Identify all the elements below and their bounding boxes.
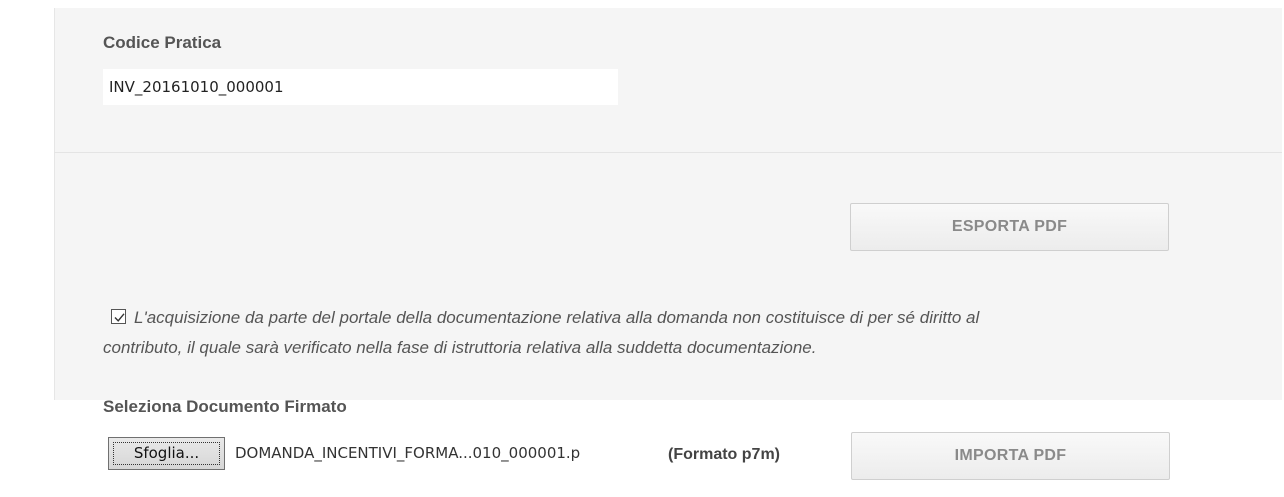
export-pdf-button[interactable]: ESPORTA PDF <box>850 203 1169 251</box>
consent-checkbox[interactable] <box>111 309 126 324</box>
format-note: (Formato p7m) <box>668 446 780 463</box>
consent-line-2: contributo, il quale sarà verificato nel… <box>103 338 817 357</box>
file-name-field[interactable]: DOMANDA_INCENTIVI_FORMA...010_000001.p <box>225 437 659 470</box>
document-label: Seleziona Documento Firmato <box>103 397 347 416</box>
checkmark-icon <box>114 313 125 322</box>
consent-text: L'acquisizione da parte del portale dell… <box>103 303 1263 363</box>
code-field[interactable]: INV_20161010_000001 <box>103 69 618 105</box>
import-pdf-button[interactable]: IMPORTA PDF <box>851 432 1170 480</box>
panel-divider <box>54 152 1282 153</box>
consent-line-1: L'acquisizione da parte del portale dell… <box>134 308 980 327</box>
code-label: Codice Pratica <box>103 33 222 52</box>
browse-button[interactable]: Sfoglia... <box>108 437 225 470</box>
browse-button-label: Sfoglia... <box>109 438 224 469</box>
